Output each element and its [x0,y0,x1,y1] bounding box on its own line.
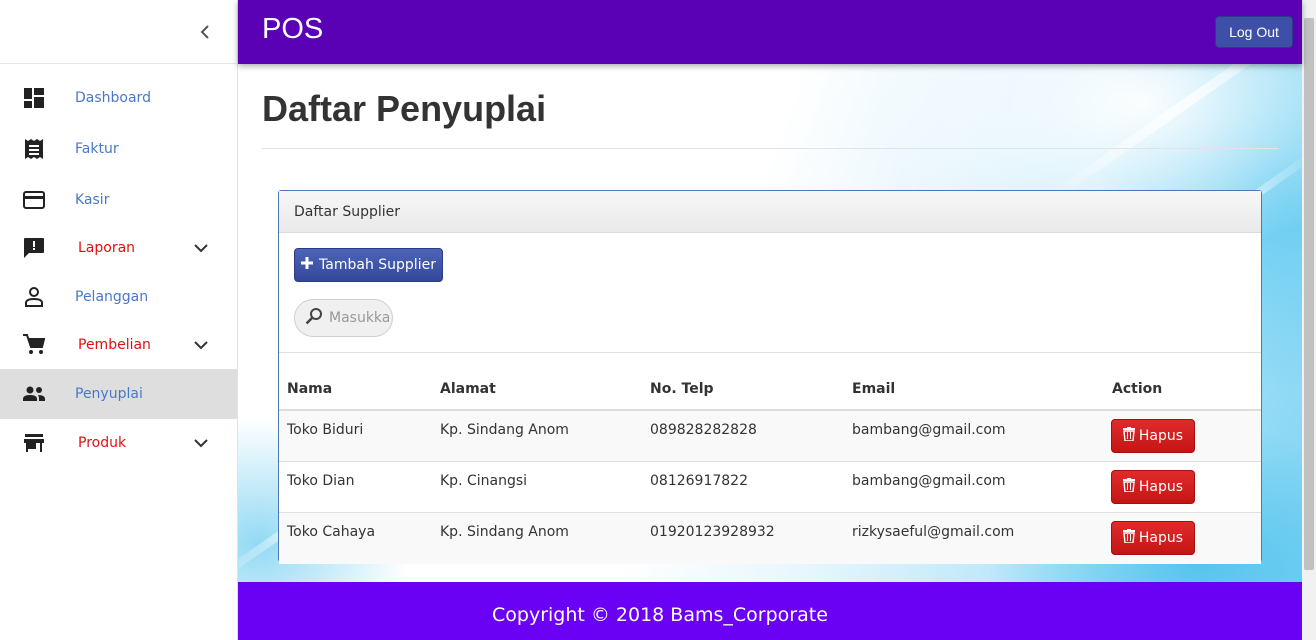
credit-card-icon [23,189,45,211]
top-bar: POS Log Out [238,0,1302,64]
add-supplier-button[interactable]: Tambah Supplier [294,248,443,282]
column-header-action: Action [1112,381,1163,397]
sidebar-item-pelanggan[interactable]: Pelanggan [0,272,237,322]
supplier-panel: Daftar Supplier Tambah Supplier Nama Ala… [278,190,1262,564]
sidebar-item-produk[interactable]: Produk [0,418,237,468]
table-row: Toko Dian Kp. Cinangsi 08126917822 bamba… [279,462,1261,513]
dashboard-icon [23,87,45,109]
report-icon [23,237,45,259]
logout-button[interactable]: Log Out [1215,16,1293,48]
panel-title: Daftar Supplier [294,204,400,220]
scrollbar-thumb[interactable] [1304,18,1314,570]
chevron-down-icon[interactable] [193,337,209,353]
delete-button[interactable]: Hapus [1111,419,1195,453]
cell-email: bambang@gmail.com [852,473,1006,489]
delete-label: Hapus [1138,530,1184,546]
cart-icon [23,334,45,356]
search-input[interactable] [329,310,389,326]
chevron-down-icon[interactable] [193,240,209,256]
cell-telp: 01920123928932 [650,524,775,540]
column-header-nama[interactable]: Nama [287,381,332,397]
plus-icon [301,257,314,273]
sidebar-item-penyuplai[interactable]: Penyuplai [0,369,237,419]
trash-icon [1122,427,1135,445]
cell-alamat: Kp. Sindang Anom [440,524,569,540]
person-icon [23,286,45,308]
sidebar-item-faktur[interactable]: Faktur [0,124,237,174]
cell-email: rizkysaeful@gmail.com [852,524,1015,540]
copyright-text: Copyright © 2018 Bams_Corporate [492,604,828,626]
supplier-table: Nama Alamat No. Telp Email Action Toko B… [279,353,1261,564]
sidebar-item-laporan[interactable]: Laporan [0,223,237,273]
sidebar-item-label: Produk [78,435,127,451]
trash-icon [1122,478,1135,496]
delete-label: Hapus [1138,428,1184,444]
main-content: Daftar Penyuplai Daftar Supplier Tambah … [238,64,1302,582]
cell-alamat: Kp. Sindang Anom [440,422,569,438]
cell-nama: Toko Dian [287,473,355,489]
vertical-scrollbar[interactable] [1302,0,1316,640]
cell-telp: 089828282828 [650,422,757,438]
panel-toolbar: Tambah Supplier [279,233,1261,353]
brand-title[interactable]: POS [262,13,323,46]
page-title: Daftar Penyuplai [262,88,547,129]
sidebar-item-label: Laporan [78,240,136,256]
sidebar-header [0,0,237,64]
sidebar-item-dashboard[interactable]: Dashboard [0,73,237,123]
chevron-down-icon[interactable] [193,435,209,451]
people-icon [23,383,45,405]
cell-alamat: Kp. Cinangsi [440,473,528,489]
trash-icon [1122,529,1135,547]
sidebar-item-label: Kasir [75,192,110,208]
delete-label: Hapus [1138,479,1184,495]
cell-email: bambang@gmail.com [852,422,1006,438]
sidebar-item-pembelian[interactable]: Pembelian [0,320,237,370]
column-header-telp[interactable]: No. Telp [650,381,714,397]
sidebar-item-label: Penyuplai [75,386,143,402]
cell-nama: Toko Biduri [287,422,364,438]
sidebar-item-kasir[interactable]: Kasir [0,175,237,225]
chevron-left-icon[interactable] [196,22,214,42]
search-box[interactable] [294,299,393,337]
column-header-alamat[interactable]: Alamat [440,381,496,397]
sidebar-item-label: Faktur [75,141,119,157]
column-header-email[interactable]: Email [852,381,895,397]
divider [262,148,1278,149]
table-row: Toko Cahaya Kp. Sindang Anom 01920123928… [279,513,1261,564]
sidebar-item-label: Pembelian [78,337,151,353]
footer: Copyright © 2018 Bams_Corporate [238,582,1302,640]
panel-header: Daftar Supplier [279,191,1261,233]
delete-button[interactable]: Hapus [1111,470,1195,504]
receipt-icon [23,138,45,160]
cell-nama: Toko Cahaya [287,524,376,540]
search-icon [305,307,323,329]
sidebar: Dashboard Faktur Kasir Laporan Pelanggan… [0,0,238,640]
cell-telp: 08126917822 [650,473,748,489]
sidebar-item-label: Pelanggan [75,289,149,305]
add-supplier-label: Tambah Supplier [319,257,436,273]
sidebar-item-label: Dashboard [75,90,151,106]
delete-button[interactable]: Hapus [1111,521,1195,555]
table-row: Toko Biduri Kp. Sindang Anom 08982828282… [279,411,1261,462]
store-icon [23,432,45,454]
